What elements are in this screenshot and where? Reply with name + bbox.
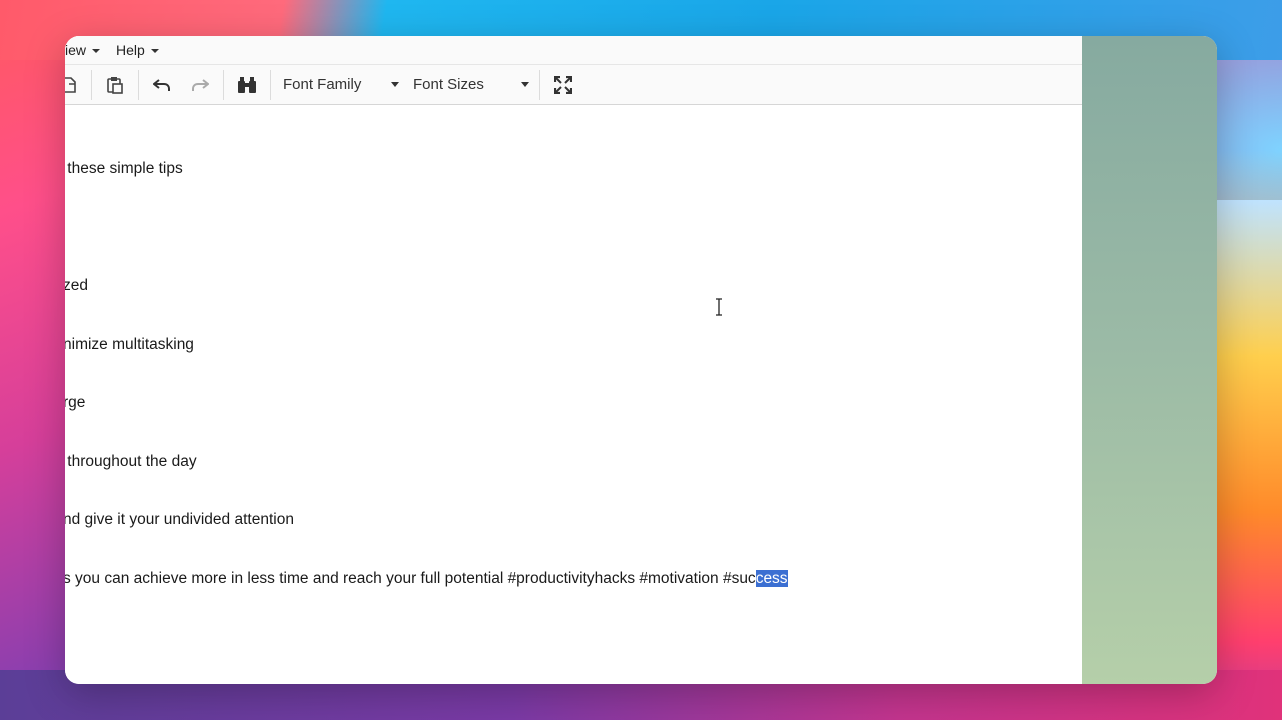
toolbar-separator [138, 69, 139, 100]
app-window: iew Help Font Family Font Sizes these si… [65, 36, 1217, 684]
menu-help-label: Help [116, 42, 145, 58]
doc-line: nimize multitasking [65, 335, 194, 353]
doc-line: s you can achieve more in less time and … [65, 569, 1082, 589]
paste-icon [107, 76, 123, 94]
menu-view[interactable]: iew [65, 36, 106, 64]
editor-pane: iew Help Font Family Font Sizes these si… [65, 36, 1082, 684]
doc-line: nd give it your undivided attention [65, 511, 294, 528]
menu-help[interactable]: Help [110, 36, 165, 64]
find-icon [238, 76, 256, 93]
fullscreen-button[interactable] [544, 69, 582, 101]
document-body[interactable]: these simple tips zed nimize multitaskin… [65, 120, 1082, 627]
redo-button[interactable] [181, 69, 219, 101]
doc-text: s you can achieve more in less time and … [65, 569, 756, 587]
menubar: iew Help [65, 36, 1082, 65]
chevron-down-icon [521, 82, 529, 87]
chevron-down-icon [92, 49, 101, 53]
redo-icon [192, 78, 209, 91]
find-button[interactable] [228, 69, 266, 101]
doc-line: these simple tips [65, 160, 183, 177]
toolbar-separator [270, 69, 271, 100]
chevron-down-icon [391, 82, 399, 87]
chevron-down-icon [150, 49, 159, 53]
text-cursor-icon [716, 298, 722, 316]
paste-button[interactable] [96, 69, 134, 101]
doc-line: zed [65, 277, 88, 294]
toolbar: Font Family Font Sizes [65, 65, 1082, 105]
doc-line: rge [65, 394, 86, 411]
background-window-edge [1082, 36, 1217, 684]
fullscreen-icon [554, 75, 572, 94]
font-sizes-label: Font Sizes [413, 76, 484, 93]
toolbar-separator [91, 69, 92, 100]
toolbar-separator [223, 69, 224, 100]
copy-button[interactable] [65, 69, 85, 101]
font-family-label: Font Family [283, 76, 362, 93]
text-selection: cess [755, 569, 788, 587]
menu-view-label: iew [65, 42, 87, 58]
font-sizes-select[interactable]: Font Sizes [405, 69, 535, 101]
toolbar-separator [539, 69, 540, 100]
undo-icon [153, 78, 170, 91]
doc-line [65, 218, 1082, 238]
doc-line: throughout the day [65, 452, 197, 470]
undo-button[interactable] [143, 69, 181, 101]
copy-icon [65, 76, 76, 93]
font-family-select[interactable]: Font Family [275, 69, 405, 101]
